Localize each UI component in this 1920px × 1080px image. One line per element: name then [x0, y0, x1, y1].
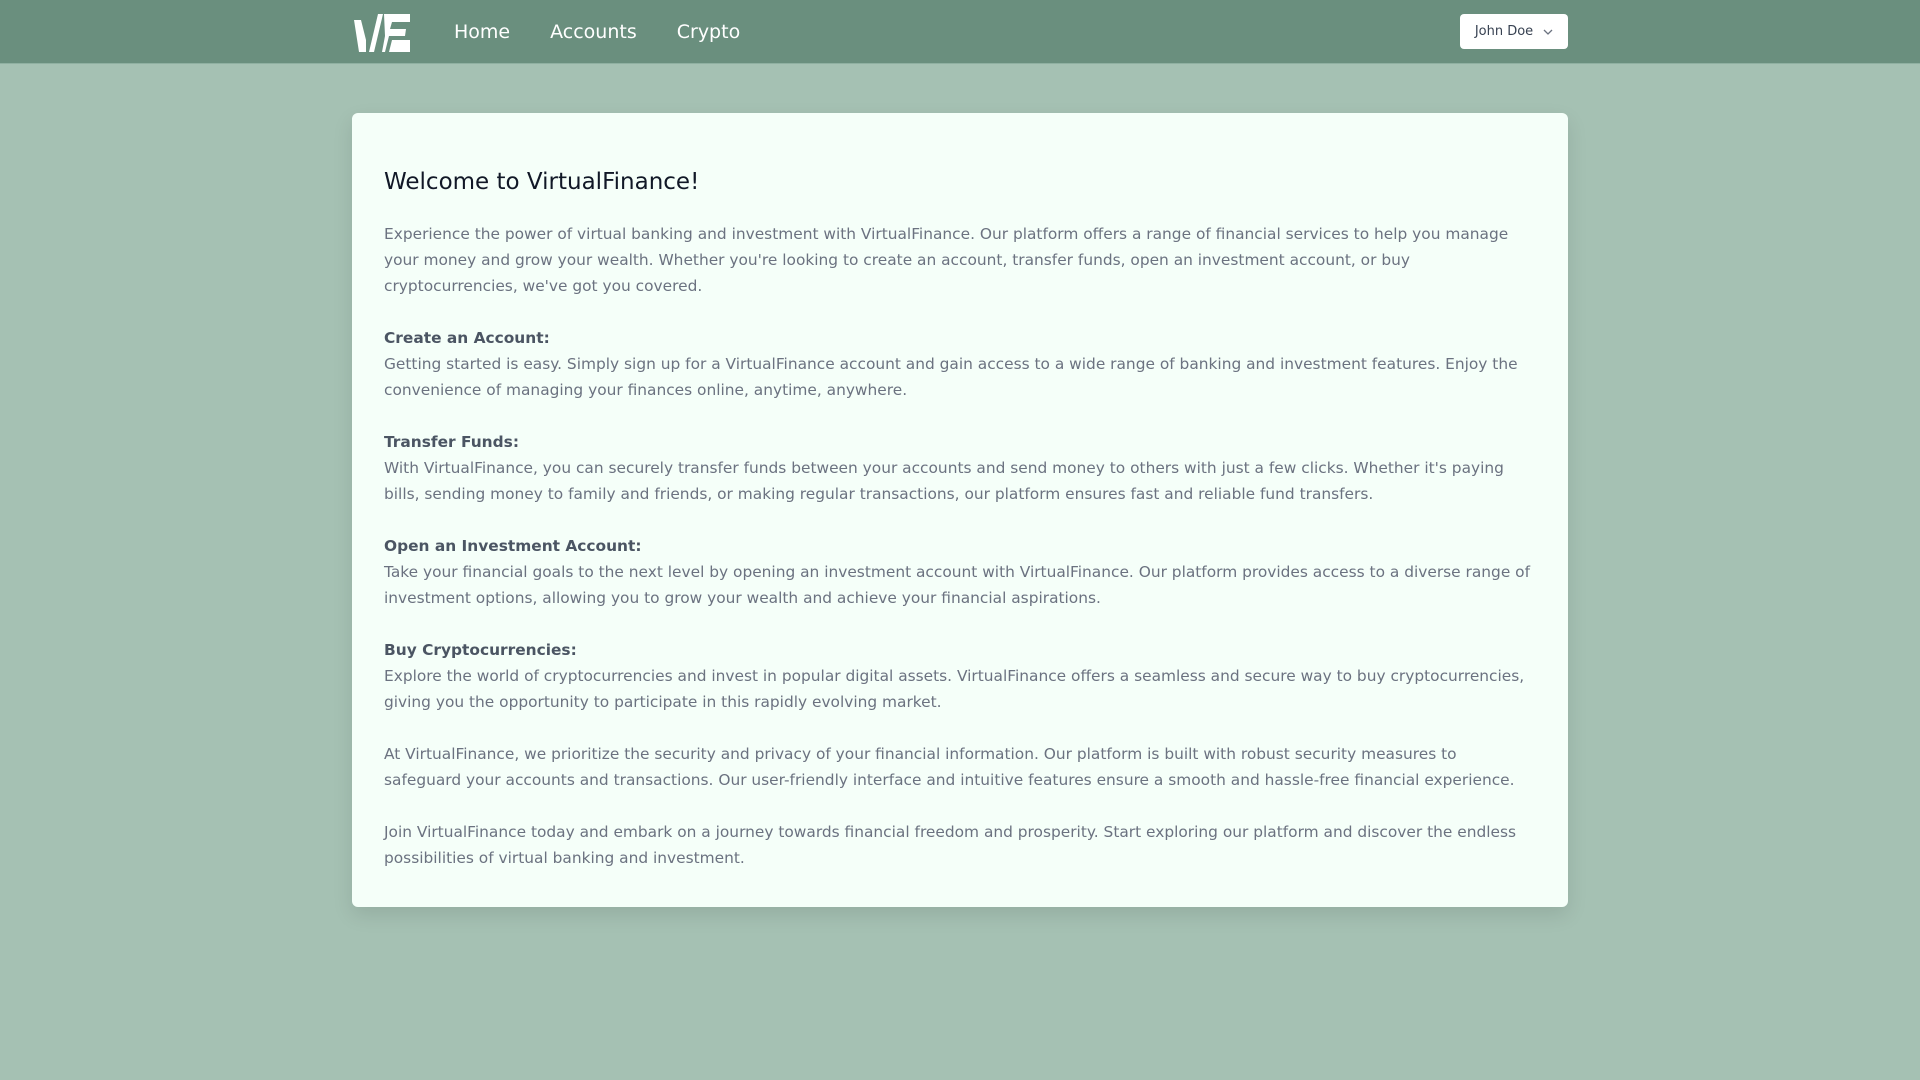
section-transfer-funds: Transfer Funds: With VirtualFinance, you… [384, 429, 1536, 507]
closing-paragraph: Join VirtualFinance today and embark on … [384, 823, 1517, 867]
section-body: Explore the world of cryptocurrencies an… [384, 667, 1525, 711]
main-nav: Home Accounts Crypto [454, 0, 740, 63]
section-body: With VirtualFinance, you can securely tr… [384, 459, 1504, 503]
chevron-down-icon [1543, 29, 1553, 35]
section-investment-account: Open an Investment Account: Take your fi… [384, 533, 1536, 611]
intro-paragraph: Experience the power of virtual banking … [384, 225, 1509, 295]
section-body: Take your financial goals to the next le… [384, 563, 1531, 607]
nav-link-accounts[interactable]: Accounts [550, 21, 637, 43]
section-title: Create an Account: [384, 329, 550, 347]
vf-logo-icon[interactable] [352, 12, 412, 52]
nav-link-home[interactable]: Home [454, 21, 510, 43]
section-buy-crypto: Buy Cryptocurrencies: Explore the world … [384, 637, 1536, 715]
section-create-account: Create an Account: Getting started is ea… [384, 325, 1536, 403]
user-name: John Doe [1474, 24, 1534, 39]
welcome-card: Welcome to VirtualFinance! Experience th… [352, 113, 1568, 907]
security-paragraph: At VirtualFinance, we prioritize the sec… [384, 745, 1515, 789]
section-title: Transfer Funds: [384, 433, 519, 451]
top-navbar: Home Accounts Crypto John Doe [0, 0, 1920, 64]
user-menu-button[interactable]: John Doe [1460, 14, 1568, 49]
section-title: Open an Investment Account: [384, 537, 642, 555]
page-title: Welcome to VirtualFinance! [384, 169, 700, 195]
section-title: Buy Cryptocurrencies: [384, 641, 577, 659]
section-body: Getting started is easy. Simply sign up … [384, 355, 1518, 399]
navbar-container: Home Accounts Crypto John Doe [352, 0, 1568, 63]
nav-link-crypto[interactable]: Crypto [677, 21, 740, 43]
